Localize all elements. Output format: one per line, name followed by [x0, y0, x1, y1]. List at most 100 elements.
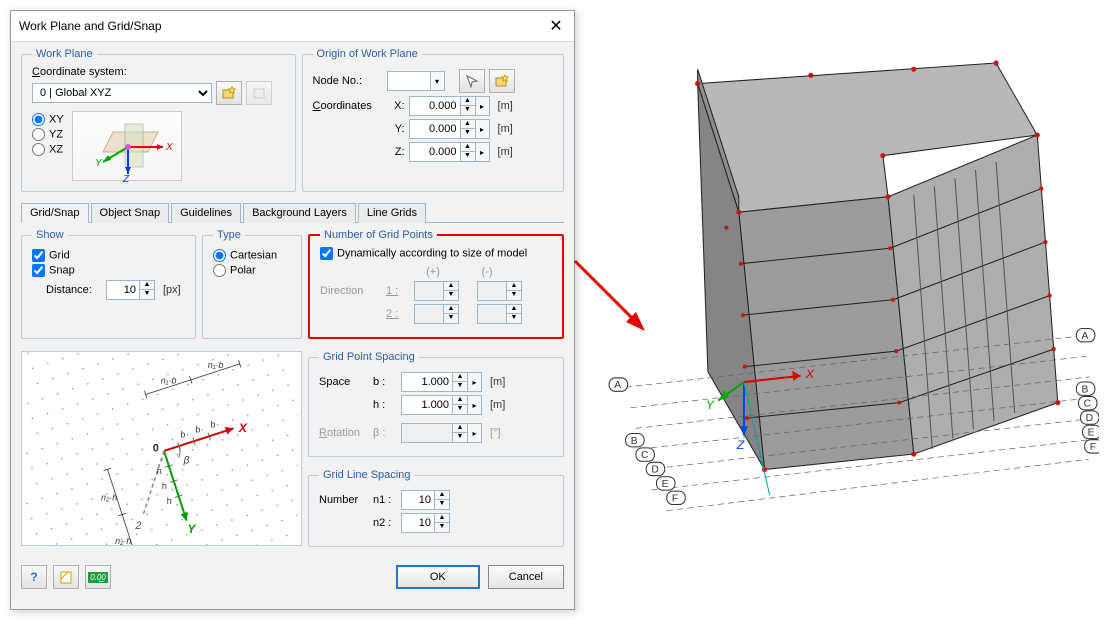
dir2-label: 2 :	[386, 308, 410, 320]
h-input[interactable]	[401, 395, 453, 415]
grid-points-group: Number of Grid Points Dynamically accord…	[308, 229, 564, 339]
model-viewport[interactable]: X Y Z A A B C D E F B C D E F	[605, 10, 1099, 610]
help-button[interactable]: ?	[21, 565, 47, 589]
h-spinner[interactable]: ▲▼	[453, 395, 468, 415]
b-input[interactable]	[401, 372, 453, 392]
ok-button[interactable]: OK	[396, 565, 480, 589]
titlebar[interactable]: Work Plane and Grid/Snap ✕	[11, 11, 574, 42]
svg-text:Z: Z	[736, 438, 745, 452]
z-extra-button[interactable]: ▸	[476, 142, 490, 162]
polar-radio[interactable]: Polar	[213, 264, 291, 277]
b-extra-button[interactable]: ▸	[468, 372, 482, 392]
tab-linegrids[interactable]: Line Grids	[358, 203, 426, 223]
work-plane-dialog: Work Plane and Grid/Snap ✕ Work Plane Co…	[10, 10, 575, 610]
b-spinner[interactable]: ▲▼	[453, 372, 468, 392]
n2-spinner[interactable]: ▲▼	[435, 513, 450, 533]
number-label: Number	[319, 494, 369, 506]
n2-input[interactable]	[401, 513, 435, 533]
svg-text:Y: Y	[187, 522, 196, 536]
folder-star-icon	[495, 74, 509, 88]
dynamic-checkbox[interactable]: Dynamically according to size of model	[320, 247, 527, 260]
new-node-button[interactable]	[489, 69, 515, 93]
h-extra-button[interactable]: ▸	[468, 395, 482, 415]
svg-text:h: h	[162, 481, 167, 491]
plane-radios: XY YZ XZ	[32, 111, 64, 181]
snap-checkbox[interactable]: Snap	[32, 264, 185, 277]
x-label: X:	[387, 100, 405, 112]
svg-text:A: A	[1082, 331, 1089, 342]
n1-input[interactable]	[401, 490, 435, 510]
node-no-input[interactable]	[387, 71, 431, 91]
svg-text:b: b	[195, 424, 200, 434]
tab-guidelines[interactable]: Guidelines	[171, 203, 241, 223]
svg-text:β: β	[183, 455, 190, 466]
note-icon	[59, 570, 73, 584]
beta-spinner: ▲▼	[453, 423, 468, 443]
units-button[interactable]: 0.0̲0	[85, 565, 111, 589]
svg-text:n₁·b: n₁·b	[208, 360, 224, 370]
x-spinner[interactable]: ▲▼	[461, 96, 476, 116]
distance-input[interactable]	[106, 280, 140, 300]
y-extra-button[interactable]: ▸	[476, 119, 490, 139]
z-input[interactable]	[409, 142, 461, 162]
edit-icon	[252, 86, 266, 100]
close-button[interactable]: ✕	[546, 16, 566, 36]
pick-node-button[interactable]	[459, 69, 485, 93]
plane-xz-radio[interactable]: XZ	[32, 143, 64, 156]
y-input[interactable]	[409, 119, 461, 139]
svg-text:D: D	[651, 465, 658, 476]
spacing-group: Grid Point Spacing Space b : ▲▼▸ [m] h :…	[308, 351, 564, 457]
grid-preview: X Y 2 0 β b b b h	[21, 351, 302, 546]
svg-text:n₂·h: n₂·h	[101, 493, 117, 503]
tab-bglayers[interactable]: Background Layers	[243, 203, 356, 223]
notes-button[interactable]	[53, 565, 79, 589]
coord-system-select[interactable]: 0 | Global XYZ	[32, 83, 212, 103]
distance-label: Distance:	[46, 284, 102, 296]
svg-text:C: C	[641, 450, 649, 461]
origin-legend: Origin of Work Plane	[313, 48, 422, 60]
tab-objectsnap[interactable]: Object Snap	[91, 203, 170, 223]
distance-spinner[interactable]: ▲▼	[140, 280, 155, 300]
svg-text:h: h	[157, 466, 162, 476]
tab-gridsnap[interactable]: Grid/Snap	[21, 203, 89, 223]
plane-yz-radio[interactable]: YZ	[32, 128, 64, 141]
minus-label: (-)	[460, 266, 514, 278]
cancel-button[interactable]: Cancel	[488, 565, 564, 589]
grid-checkbox[interactable]: Grid	[32, 249, 185, 262]
svg-text:2: 2	[134, 520, 141, 532]
line-spacing-legend: Grid Line Spacing	[319, 469, 414, 481]
z-spinner[interactable]: ▲▼	[461, 142, 476, 162]
dir2-minus-spinner: ▲▼	[507, 304, 522, 324]
svg-text:n₂·h: n₂·h	[115, 536, 131, 545]
y-spinner[interactable]: ▲▼	[461, 119, 476, 139]
plane-preview: X Y Z	[72, 111, 182, 181]
rotation-label: Rotation	[319, 427, 369, 439]
plane-xy-radio[interactable]: XY	[32, 113, 64, 126]
cartesian-radio[interactable]: Cartesian	[213, 249, 291, 262]
dialog-title: Work Plane and Grid/Snap	[19, 19, 162, 33]
folder-star-icon	[222, 86, 236, 100]
beta-label: β :	[373, 427, 397, 439]
edit-coord-system-button	[246, 81, 272, 105]
tab-strip: Grid/Snap Object Snap Guidelines Backgro…	[21, 202, 564, 223]
spacing-legend: Grid Point Spacing	[319, 351, 419, 363]
svg-text:X: X	[165, 142, 173, 153]
svg-text:E: E	[662, 479, 669, 490]
svg-text:Y: Y	[706, 398, 715, 412]
x-input[interactable]	[409, 96, 461, 116]
n1-spinner[interactable]: ▲▼	[435, 490, 450, 510]
show-legend: Show	[32, 229, 68, 241]
svg-text:0: 0	[153, 443, 159, 455]
svg-text:Z: Z	[122, 174, 130, 182]
x-unit: [m]	[498, 100, 513, 112]
node-dropdown-button[interactable]: ▾	[431, 71, 445, 91]
type-legend: Type	[213, 229, 245, 241]
work-plane-group: Work Plane Coordinate system: 0 | Global…	[21, 48, 296, 192]
grid-points-legend: Number of Grid Points	[320, 229, 437, 241]
svg-text:b: b	[210, 420, 215, 430]
x-extra-button[interactable]: ▸	[476, 96, 490, 116]
coord-system-label: Coordinate system:	[32, 66, 285, 78]
z-label: Z:	[387, 146, 405, 158]
new-coord-system-button[interactable]	[216, 81, 242, 105]
svg-text:A: A	[614, 380, 621, 391]
